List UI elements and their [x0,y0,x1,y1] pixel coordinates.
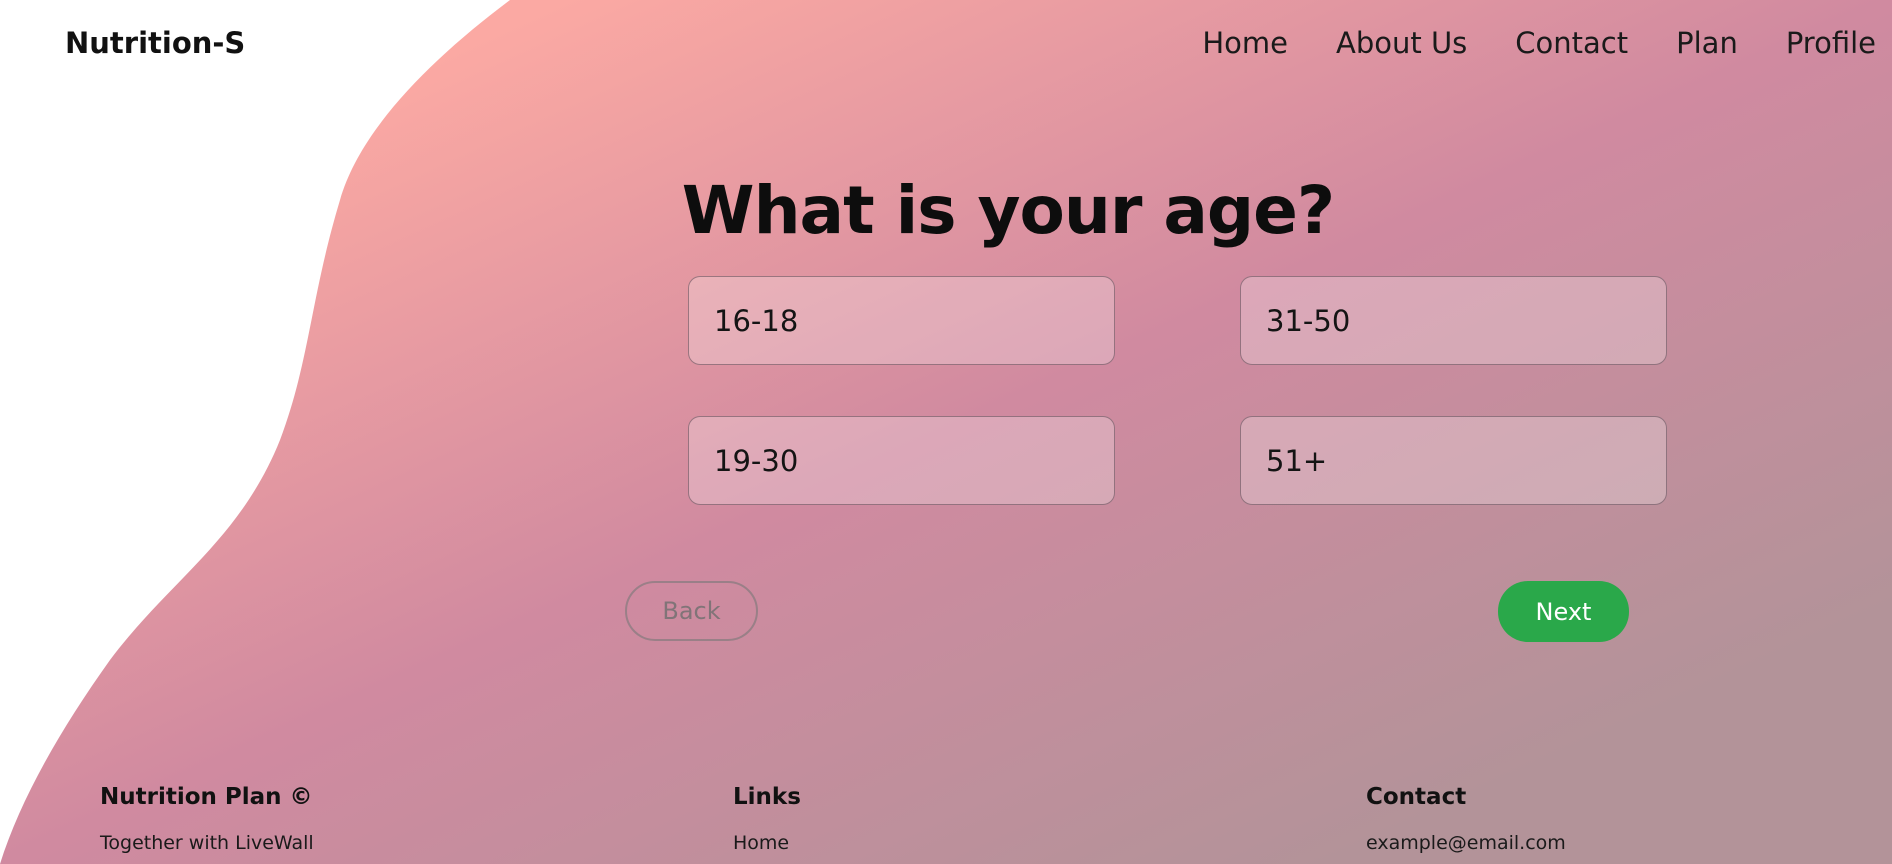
age-option-31-50[interactable]: 31-50 [1240,276,1667,365]
footer-contact-email[interactable]: example@email.com [1366,832,1566,854]
age-option-19-30[interactable]: 19-30 [688,416,1115,505]
footer-contact-title: Contact [1366,784,1467,810]
nav-about-us[interactable]: About Us [1336,26,1467,60]
footer-brand-text: Together with LiveWall [100,832,314,854]
nav-contact[interactable]: Contact [1515,26,1628,60]
age-option-16-18[interactable]: 16-18 [688,276,1115,365]
footer-links: Links Home [733,784,801,854]
next-button[interactable]: Next [1498,581,1629,642]
age-option-label: 16-18 [714,303,799,338]
site-logo[interactable]: Nutrition-S [65,26,245,60]
footer-brand-title: Nutrition Plan © [100,784,313,810]
nav-plan[interactable]: Plan [1676,26,1738,60]
back-button[interactable]: Back [625,581,758,641]
nav-profile[interactable]: Profile [1786,26,1876,60]
footer-brand: Nutrition Plan © Together with LiveWall [100,784,314,854]
age-option-label: 31-50 [1266,303,1351,338]
question-title: What is your age? [681,172,1335,249]
main-nav: Home About Us Contact Plan Profile [1202,26,1876,60]
nav-home[interactable]: Home [1202,26,1288,60]
footer-link-home[interactable]: Home [733,832,801,854]
age-option-51-plus[interactable]: 51+ [1240,416,1667,505]
footer-contact: Contact example@email.com [1366,784,1566,854]
age-option-label: 51+ [1266,443,1328,478]
footer-links-title: Links [733,784,801,810]
age-option-label: 19-30 [714,443,799,478]
